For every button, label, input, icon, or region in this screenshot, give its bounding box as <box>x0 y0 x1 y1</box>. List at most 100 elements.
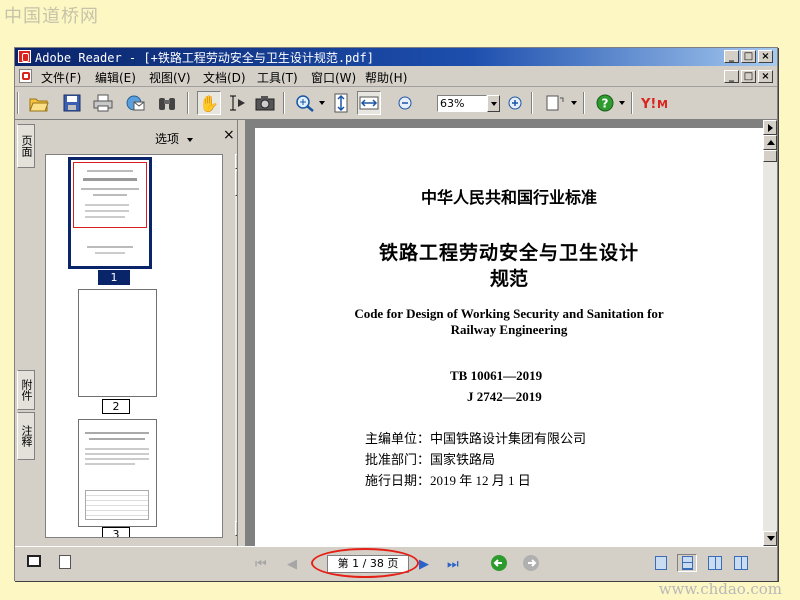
title-bar: Adobe Reader - [+铁路工程劳动安全与卫生设计规范.pdf] _ … <box>15 48 777 66</box>
email-button[interactable] <box>123 91 147 115</box>
first-page-button[interactable]: ⏮ <box>255 557 267 572</box>
open-button[interactable] <box>27 91 51 115</box>
document-scrollbar[interactable] <box>763 120 777 546</box>
next-page-icon: ▶ <box>419 557 429 572</box>
document-icon <box>19 69 32 83</box>
zoom-out-button[interactable] <box>393 91 417 115</box>
binoculars-icon <box>159 98 175 110</box>
toolbar-separator <box>283 92 285 114</box>
hand-icon: ✋ <box>199 93 219 113</box>
document-view[interactable]: 中华人民共和国行业标准 铁路工程劳动安全与卫生设计 规范 Code for De… <box>245 120 763 548</box>
pages-panel: 选项 × 1 2 3 <box>37 120 250 546</box>
search-button[interactable] <box>155 91 179 115</box>
zoom-tool-dropdown[interactable] <box>319 101 325 105</box>
page-prev-arrow-button[interactable] <box>763 120 777 135</box>
tab-comments[interactable]: 注释 <box>17 412 35 460</box>
menu-window[interactable]: 窗口(W) <box>311 69 356 86</box>
select-text-tool-button[interactable] <box>225 91 249 115</box>
triangle-right-icon <box>768 124 773 132</box>
menu-tools[interactable]: 工具(T) <box>257 69 298 86</box>
single-page-view-button[interactable] <box>651 554 671 572</box>
thumbnail-2[interactable] <box>78 289 157 397</box>
toolbar-grip <box>17 92 19 114</box>
last-page-icon: ⏭ <box>447 557 459 572</box>
go-back-button[interactable] <box>491 555 507 571</box>
doc-restore-button[interactable]: □ <box>741 70 756 83</box>
toolbar-separator <box>631 92 633 114</box>
monitor-icon[interactable] <box>27 555 41 567</box>
go-forward-button[interactable] <box>523 555 539 571</box>
effective-date: 施行日期：2019 年 12 月 1 日 <box>365 473 531 488</box>
page-text-thumbnail <box>83 178 137 181</box>
printer-icon <box>93 94 113 112</box>
help-button[interactable]: ? <box>593 91 617 115</box>
thumbnail-1-frame[interactable] <box>68 157 152 269</box>
adobe-reader-icon <box>18 50 31 63</box>
tab-attachments[interactable]: 附件 <box>17 370 35 410</box>
actual-size-button[interactable] <box>329 91 353 115</box>
close-button[interactable]: × <box>758 50 773 63</box>
doc-close-button[interactable]: × <box>758 70 773 83</box>
english-title-line1: Code for Design of Working Security and … <box>354 306 664 321</box>
page-text-thumbnail <box>85 448 149 450</box>
zoom-dropdown-button[interactable] <box>487 95 500 112</box>
hand-tool-button[interactable]: ✋ <box>197 91 221 115</box>
minimize-button[interactable]: _ <box>724 50 739 63</box>
doc-scroll-up-button[interactable] <box>763 135 777 150</box>
zoom-in-button[interactable] <box>503 91 527 115</box>
close-panel-button[interactable]: × <box>223 127 235 143</box>
doc-scroll-down-button[interactable] <box>763 531 777 546</box>
menu-view[interactable]: 视图(V) <box>149 69 191 86</box>
rotate-view-button[interactable] <box>543 91 567 115</box>
thumbnail-1-label: 1 <box>98 270 130 285</box>
help-dropdown[interactable] <box>619 101 625 105</box>
toolbar-separator <box>187 92 189 114</box>
save-button[interactable] <box>60 91 84 115</box>
next-page-button[interactable]: ▶ <box>419 557 429 572</box>
toolbar: ✋ 63% ? Y! M <box>15 87 777 120</box>
menu-document[interactable]: 文档(D) <box>203 69 246 86</box>
first-page-icon: ⏮ <box>255 557 267 572</box>
thumbnail-1-page <box>73 162 147 264</box>
maximize-button[interactable]: □ <box>741 50 756 63</box>
zoom-in-tool-button[interactable] <box>293 91 317 115</box>
yahoo-search-button[interactable]: Y! M <box>641 91 677 115</box>
facing-view-button[interactable] <box>705 554 725 572</box>
previous-page-button[interactable]: ◀ <box>287 557 297 572</box>
chief-editor-unit: 主编单位：中国铁路设计集团有限公司 <box>365 431 587 446</box>
fit-width-icon <box>359 96 379 110</box>
page-text-thumbnail <box>81 188 139 190</box>
options-menu[interactable]: 选项 <box>155 130 193 147</box>
standard-header: 中华人民共和国行业标准 <box>420 188 597 207</box>
email-globe-icon <box>126 95 145 111</box>
camera-icon <box>255 96 275 111</box>
facing-pages-icon <box>708 556 722 570</box>
thumbnail-3[interactable] <box>78 419 157 527</box>
menu-bar: 文件(F) 编辑(E) 视图(V) 文档(D) 工具(T) 窗口(W) 帮助(H… <box>15 67 777 87</box>
last-page-button[interactable]: ⏭ <box>447 557 459 572</box>
tab-pages[interactable]: 页面 <box>17 124 35 168</box>
page-text-thumbnail <box>85 463 135 465</box>
doc-minimize-button[interactable]: _ <box>724 70 739 83</box>
menu-edit[interactable]: 编辑(E) <box>95 69 136 86</box>
page-options-icon[interactable] <box>59 555 71 569</box>
page-text-thumbnail <box>85 204 129 206</box>
page-text-thumbnail <box>87 246 133 248</box>
watermark-bottom: www.chdao.com <box>658 580 782 598</box>
fit-width-button[interactable] <box>357 91 381 115</box>
continuous-facing-view-button[interactable] <box>731 554 751 572</box>
menu-help[interactable]: 帮助(H) <box>365 69 407 86</box>
zoom-input[interactable]: 63% <box>437 95 487 112</box>
snapshot-tool-button[interactable] <box>253 91 277 115</box>
print-button[interactable] <box>91 91 115 115</box>
save-disk-icon <box>63 94 81 112</box>
rotate-dropdown[interactable] <box>571 101 577 105</box>
thumbnail-list[interactable]: 1 2 3 <box>45 154 223 538</box>
thumbnail-3-label: 3 <box>102 527 130 537</box>
menu-file[interactable]: 文件(F) <box>41 69 81 86</box>
reader-window: Adobe Reader - [+铁路工程劳动安全与卫生设计规范.pdf] _ … <box>14 47 778 581</box>
zoom-in-plus-icon <box>508 96 522 110</box>
doc-scroll-thumb[interactable] <box>763 150 777 162</box>
watermark-top: 中国道桥网 <box>4 6 99 27</box>
continuous-view-button[interactable] <box>677 554 697 572</box>
